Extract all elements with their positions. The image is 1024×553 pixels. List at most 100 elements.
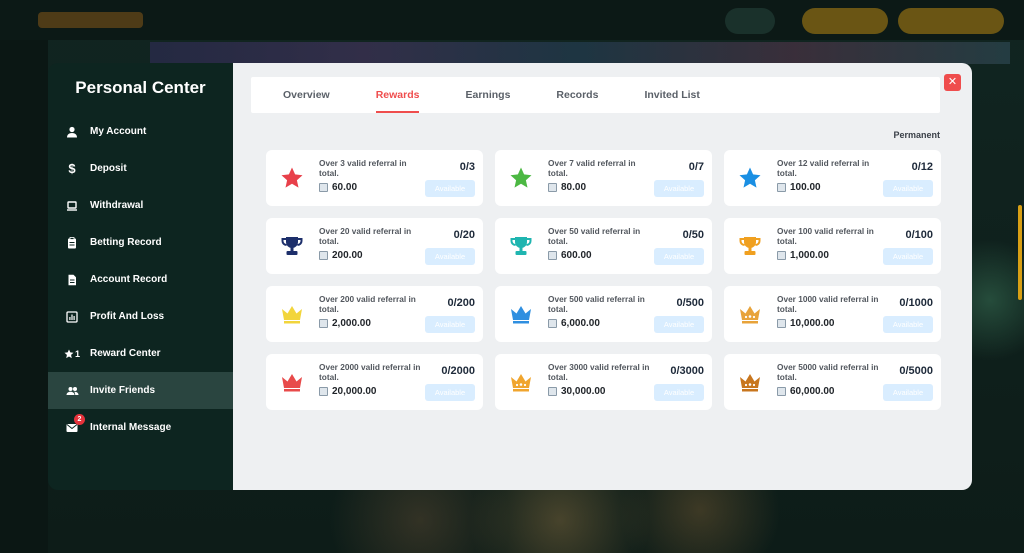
close-button[interactable]: ✕ [944, 74, 961, 91]
reward-amount-value: 20,000.00 [332, 386, 377, 397]
reward-amount: 1,000.00 [777, 250, 829, 261]
menu-item-internal-message[interactable]: 2 Internal Message [48, 409, 233, 446]
reward-progress: 0/100 [905, 229, 933, 241]
mail-icon: 2 [64, 413, 85, 436]
reward-amount: 80.00 [548, 182, 586, 193]
reward-card: Over 5000 valid referral in total. 60,00… [724, 354, 941, 410]
claim-button[interactable]: Available [654, 248, 704, 265]
menu-item-label: Invite Friends [90, 385, 156, 396]
star-icon [738, 166, 762, 190]
crown-jeweled-icon [509, 370, 533, 394]
reward-card: Over 200 valid referral in total. 2,000.… [266, 286, 483, 342]
reward-progress: 0/5000 [899, 365, 933, 377]
reward-amount-value: 10,000.00 [790, 318, 835, 329]
claim-button[interactable]: Available [425, 248, 475, 265]
reward-amount-value: 200.00 [332, 250, 363, 261]
claim-button[interactable]: Available [425, 384, 475, 401]
menu-item-deposit[interactable]: $ Deposit [48, 150, 233, 187]
reward-progress: 0/200 [447, 297, 475, 309]
menu-item-reward-center[interactable]: 1 Reward Center [48, 335, 233, 372]
message-badge: 2 [74, 413, 85, 425]
claim-button[interactable]: Available [425, 180, 475, 197]
reward-description: Over 1000 valid referral in total. [777, 294, 879, 314]
menu-item-betting-record[interactable]: Betting Record [48, 224, 233, 261]
crown-icon [280, 370, 304, 394]
menu-item-invite-friends[interactable]: Invite Friends [48, 372, 233, 409]
reward-progress: 0/50 [682, 229, 704, 241]
reward-amount-value: 60.00 [332, 182, 358, 193]
people-icon [64, 383, 80, 399]
reward-card: Over 12 valid referral in total. 100.00 … [724, 150, 941, 206]
reward-amount: 100.00 [777, 182, 821, 193]
crown-icon [280, 302, 304, 326]
page-scrollbar[interactable] [1018, 205, 1022, 300]
reward-amount: 30,000.00 [548, 386, 606, 397]
claim-button[interactable]: Available [654, 316, 704, 333]
reward-amount-value: 80.00 [561, 182, 587, 193]
claim-button[interactable]: Available [883, 316, 933, 333]
reward-progress: 0/3 [459, 161, 475, 173]
reward-card: Over 2000 valid referral in total. 20,00… [266, 354, 483, 410]
reward-grid: Over 3 valid referral in total. 60.00 0/… [266, 150, 941, 410]
reward-amount-value: 600.00 [561, 250, 592, 261]
tab-rewards[interactable]: Rewards [375, 77, 419, 113]
background-logo [38, 12, 143, 28]
claim-button[interactable]: Available [654, 180, 704, 197]
background-pill [898, 8, 1004, 34]
trophy-icon [280, 234, 304, 258]
reward-card: Over 50 valid referral in total. 600.00 … [495, 218, 712, 274]
reward-description: Over 3 valid referral in total. [319, 158, 407, 178]
menu-item-label: My Account [90, 126, 147, 137]
claim-button[interactable]: Available [654, 384, 704, 401]
coin-icon [548, 319, 557, 328]
reward-amount: 10,000.00 [777, 318, 835, 329]
menu-item-profit-and-loss[interactable]: Profit And Loss [48, 298, 233, 335]
background-pill [802, 8, 888, 34]
claim-button[interactable]: Available [883, 180, 933, 197]
menu-item-label: Betting Record [90, 237, 162, 248]
coin-icon [777, 387, 786, 396]
menu-item-account-record[interactable]: Account Record [48, 261, 233, 298]
reward-amount: 20,000.00 [319, 386, 377, 397]
reward-progress: 0/20 [453, 229, 475, 241]
star-icon: 1 [64, 346, 80, 362]
laptop-icon [64, 198, 80, 214]
background-pill [725, 8, 775, 34]
coin-icon [548, 387, 557, 396]
dollar-icon: $ [68, 161, 76, 176]
background-sidebar [0, 40, 48, 553]
reward-amount-value: 60,000.00 [790, 386, 835, 397]
claim-button[interactable]: Available [883, 248, 933, 265]
tab-invited-list[interactable]: Invited List [644, 77, 699, 113]
reward-card: Over 3 valid referral in total. 60.00 0/… [266, 150, 483, 206]
tab-earnings[interactable]: Earnings [465, 77, 510, 113]
star-icon [509, 166, 533, 190]
reward-amount: 600.00 [548, 250, 592, 261]
reward-description: Over 2000 valid referral in total. [319, 362, 421, 382]
reward-badge: 1 [74, 348, 80, 359]
tab-overview[interactable]: Overview [283, 77, 330, 113]
main-content: ✕ Overview Rewards Earnings Records Invi… [233, 63, 972, 490]
menu-title: Personal Center [75, 78, 206, 97]
crown-jeweled-icon [738, 370, 762, 394]
tab-records[interactable]: Records [556, 77, 598, 113]
reward-amount: 60,000.00 [777, 386, 835, 397]
reward-amount-value: 2,000.00 [332, 318, 371, 329]
menu-item-my-account[interactable]: My Account [48, 113, 233, 150]
reward-description: Over 50 valid referral in total. [548, 226, 641, 246]
reward-description: Over 500 valid referral in total. [548, 294, 645, 314]
menu-item-withdrawal[interactable]: Withdrawal [48, 187, 233, 224]
coin-icon [548, 251, 557, 260]
reward-progress: 0/500 [676, 297, 704, 309]
reward-amount: 60.00 [319, 182, 357, 193]
claim-button[interactable]: Available [883, 384, 933, 401]
trophy-icon [509, 234, 533, 258]
close-icon: ✕ [947, 76, 958, 88]
reward-card: Over 3000 valid referral in total. 30,00… [495, 354, 712, 410]
star-icon [280, 166, 304, 190]
reward-description: Over 3000 valid referral in total. [548, 362, 650, 382]
reward-amount-value: 1,000.00 [790, 250, 829, 261]
reward-amount: 200.00 [319, 250, 363, 261]
crown-jeweled-icon [738, 302, 762, 326]
claim-button[interactable]: Available [425, 316, 475, 333]
